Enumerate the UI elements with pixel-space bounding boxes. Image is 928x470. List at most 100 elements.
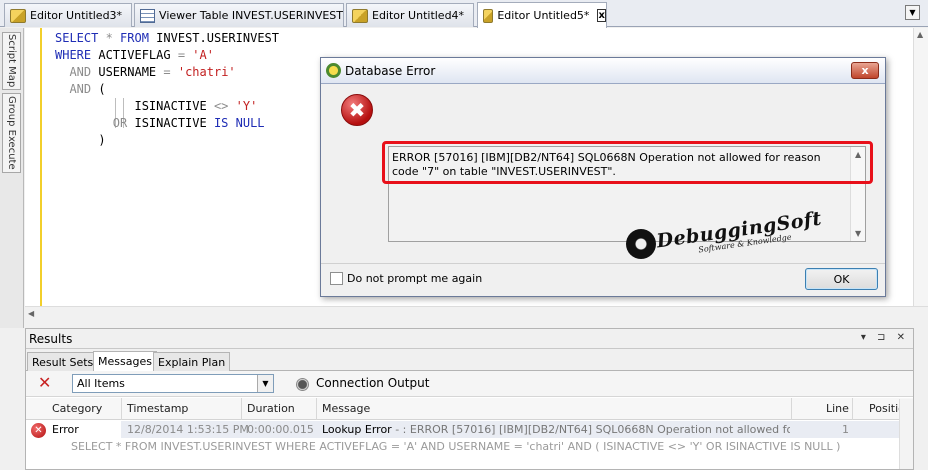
- cell-duration: 0:00:00.015: [247, 423, 314, 436]
- chevron-down-icon[interactable]: ▼: [257, 375, 273, 392]
- messages-view: ✕ All Items ▼ Connection Output Category…: [26, 371, 913, 469]
- code-token: FROM: [120, 31, 149, 45]
- editor-horizontal-scrollbar[interactable]: ◀: [25, 306, 928, 320]
- cell-line: 1: [842, 423, 849, 436]
- sql-code[interactable]: SELECT * FROM INVEST.USERINVEST WHERE ACT…: [55, 30, 279, 149]
- results-header: Results ▾ ⊐ ✕: [26, 329, 913, 349]
- cell-message: Lookup Error - : ERROR [57016] [IBM][DB2…: [322, 423, 790, 436]
- app-icon: [326, 63, 341, 78]
- code-token: 'chatri': [177, 65, 236, 79]
- message-text: - : ERROR [57016] [IBM][DB2/NT64] SQL066…: [395, 423, 790, 436]
- code-line: ): [55, 132, 279, 149]
- results-window-buttons[interactable]: ▾ ⊐ ✕: [861, 332, 909, 343]
- code-line: AND USERNAME = 'chatri': [55, 64, 279, 81]
- cell-category: Error: [52, 423, 79, 436]
- code-token: OR: [55, 116, 128, 130]
- code-line: AND (: [55, 81, 279, 98]
- column-divider: [316, 398, 317, 420]
- column-divider: [791, 398, 792, 420]
- error-icon: ✖: [341, 94, 373, 126]
- code-line: WHERE ACTIVEFLAG = 'A': [55, 47, 279, 64]
- message-detail-sql: SELECT * FROM INVEST.USERINVEST WHERE AC…: [71, 440, 841, 453]
- tab-messages[interactable]: Messages: [93, 351, 157, 371]
- column-header-message[interactable]: Message: [322, 402, 370, 415]
- results-panel: Results ▾ ⊐ ✕ Result Sets Messages Expla…: [25, 328, 914, 470]
- editor-icon: [10, 8, 26, 23]
- code-token: ACTIVEFLAG: [91, 48, 178, 62]
- code-line: OR ISINACTIVE IS NULL: [55, 115, 279, 132]
- document-tab-strip: Editor Untitled3* Viewer Table INVEST.US…: [0, 0, 928, 28]
- editor-vertical-scrollbar[interactable]: ▲: [913, 28, 928, 306]
- results-title: Results: [29, 331, 73, 346]
- messages-vertical-scrollbar[interactable]: [899, 399, 913, 469]
- code-token: WHERE: [55, 48, 92, 62]
- table-row[interactable]: ✕ Error 12/8/2014 1:53:15 PM 0:00:00.015…: [26, 421, 913, 438]
- code-token: ISINACTIVE: [127, 116, 214, 130]
- code-token: =: [177, 48, 186, 62]
- code-token: AND: [55, 65, 92, 79]
- dialog-title-bar[interactable]: Database Error x: [321, 58, 885, 84]
- editor-gutter: [25, 28, 42, 306]
- column-divider: [852, 398, 853, 420]
- error-icon: ✕: [31, 423, 46, 438]
- code-token: ): [55, 133, 106, 147]
- tab-viewer-table[interactable]: Viewer Table INVEST.USERINVEST: [134, 3, 344, 27]
- column-header-line[interactable]: Line: [826, 402, 849, 415]
- results-tab-strip: Result Sets Messages Explain Plan: [26, 351, 913, 371]
- tab-explain-plan[interactable]: Explain Plan: [153, 352, 231, 371]
- do-not-prompt-checkbox[interactable]: [330, 272, 343, 285]
- tab-editor-untitled5[interactable]: Editor Untitled5* x: [477, 2, 607, 28]
- tab-editor-untitled3[interactable]: Editor Untitled3*: [4, 3, 132, 27]
- code-line: ISINACTIVE <> 'Y': [55, 98, 279, 115]
- gear-logo-icon: [626, 229, 656, 259]
- side-tab-label: Group Execute: [6, 96, 17, 170]
- code-token: =: [163, 65, 171, 79]
- code-token: IS NULL: [213, 116, 265, 130]
- ok-button[interactable]: OK: [805, 268, 878, 290]
- side-tab-group-execute[interactable]: Group Execute: [2, 93, 21, 173]
- editor-icon: [483, 8, 494, 23]
- dialog-footer-divider: [321, 263, 885, 264]
- database-error-dialog: Database Error x ✖ ERROR [57016] [IBM][D…: [320, 57, 886, 297]
- code-token: USERNAME: [91, 65, 164, 79]
- side-tab-script-map[interactable]: Script Map: [2, 32, 21, 90]
- lookup-error-link[interactable]: Lookup Error: [322, 423, 392, 436]
- column-header-timestamp[interactable]: Timestamp: [127, 402, 188, 415]
- messages-grid-header: Category Timestamp Duration Message Line…: [26, 398, 913, 420]
- dialog-title: Database Error: [345, 63, 436, 78]
- column-divider: [241, 398, 242, 420]
- code-token: AND: [55, 82, 92, 96]
- do-not-prompt-label: Do not prompt me again: [347, 272, 483, 285]
- clear-messages-icon[interactable]: ✕: [38, 375, 54, 391]
- dialog-close-button[interactable]: x: [851, 62, 879, 79]
- connection-output-radio[interactable]: [296, 378, 309, 391]
- close-tab-icon[interactable]: x: [597, 9, 606, 22]
- message-filter-select[interactable]: All Items ▼: [72, 374, 274, 393]
- side-tab-label: Script Map: [6, 34, 17, 88]
- connection-output-label: Connection Output: [316, 376, 430, 390]
- tab-label: Editor Untitled4*: [372, 9, 465, 22]
- editor-icon: [352, 8, 368, 23]
- code-token: 'Y': [235, 99, 258, 113]
- code-token: INVEST.USERINVEST: [148, 31, 279, 45]
- column-header-category[interactable]: Category: [52, 402, 102, 415]
- tab-result-sets[interactable]: Result Sets: [27, 352, 99, 371]
- column-header-duration[interactable]: Duration: [247, 402, 295, 415]
- tab-list-dropdown-button[interactable]: ▼: [905, 5, 920, 20]
- tab-label: Editor Untitled5*: [497, 9, 590, 22]
- code-token: (: [91, 82, 106, 96]
- scroll-up-icon[interactable]: ▲: [917, 30, 923, 39]
- scroll-left-icon[interactable]: ◀: [28, 309, 34, 318]
- table-viewer-icon: [140, 8, 156, 23]
- code-token: SELECT: [55, 31, 99, 45]
- tab-editor-untitled4[interactable]: Editor Untitled4*: [346, 3, 474, 27]
- code-token: 'A': [192, 48, 214, 62]
- messages-toolbar: ✕ All Items ▼ Connection Output: [26, 371, 913, 397]
- debuggingsoft-watermark: DebuggingSoft Software & Knowledge: [626, 208, 826, 275]
- code-line: SELECT * FROM INVEST.USERINVEST: [55, 30, 279, 47]
- message-filter-value: All Items: [77, 377, 125, 390]
- scroll-down-icon[interactable]: ▼: [855, 229, 861, 238]
- cell-timestamp: 12/8/2014 1:53:15 PM: [127, 423, 249, 436]
